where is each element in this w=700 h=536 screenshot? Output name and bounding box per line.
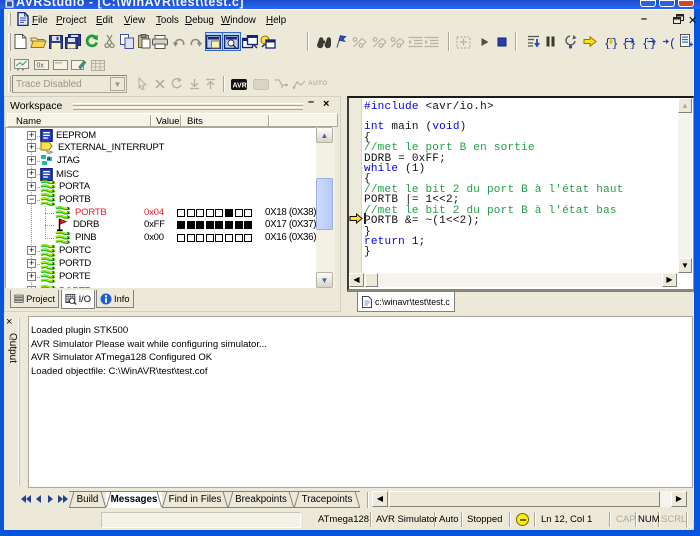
svg-text:{}: {} — [642, 37, 656, 49]
svg-text:{}: {} — [622, 37, 636, 49]
svg-text:(): () — [669, 37, 677, 49]
svg-text:AVR: AVR — [233, 83, 247, 90]
svg-text:0x: 0x — [37, 63, 45, 70]
